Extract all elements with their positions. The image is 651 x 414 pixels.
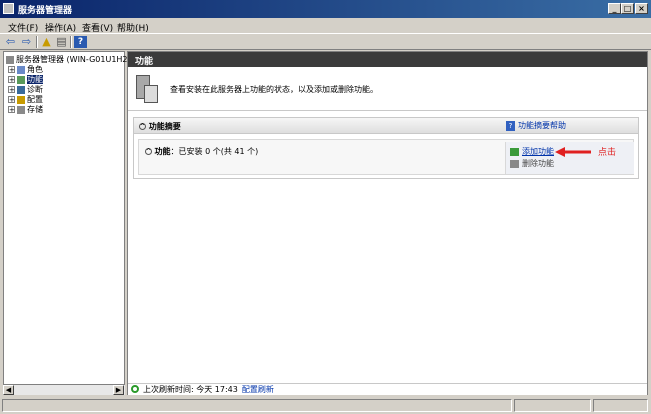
- collapse-icon[interactable]: ^: [145, 148, 152, 155]
- window-title: 服务器管理器: [18, 6, 73, 16]
- toolbar-separator: [70, 36, 72, 48]
- pane-header-title: 功能: [135, 57, 154, 67]
- last-refresh-text: 上次刷新时间: 今天 17:43 配置刷新: [143, 384, 274, 395]
- tree-item-storage[interactable]: + 存储: [8, 105, 43, 115]
- features-icon: [17, 75, 25, 84]
- description-area: 查看安装在此服务器上功能的状态，以及添加或删除功能。: [128, 67, 647, 111]
- help-icon[interactable]: ?: [74, 36, 87, 48]
- add-features-label: 添加功能: [522, 147, 554, 156]
- summary-title[interactable]: ^ 功能摘要: [139, 121, 181, 132]
- status-segment: [2, 399, 512, 412]
- tree-item-diagnostics[interactable]: + 诊断: [8, 85, 43, 95]
- tree-item-label: 存储: [27, 105, 43, 114]
- tree-item-features[interactable]: + 功能: [8, 75, 43, 85]
- add-features-icon: [510, 147, 519, 156]
- status-bar: [0, 397, 651, 414]
- scroll-left-icon[interactable]: ◀: [3, 385, 14, 395]
- menu-bar: 文件(F) 操作(A) 查看(V) 帮助(H): [0, 18, 651, 34]
- configuration-icon: [17, 95, 25, 104]
- summary-header-bar: ^ 功能摘要 ? 功能摘要帮助: [134, 118, 638, 134]
- last-refresh-label: 上次刷新时间: 今天 17:43: [143, 385, 238, 394]
- maximize-button[interactable]: □: [621, 3, 634, 14]
- tree-item-label: 功能: [27, 75, 43, 84]
- help-icon: ?: [506, 120, 515, 131]
- toolbar: ⇦ ⇨ ▲ ▤ ?: [0, 33, 651, 50]
- collapse-icon[interactable]: ^: [139, 123, 146, 130]
- summary-help-label: 功能摘要帮助: [518, 121, 566, 130]
- remove-features-link[interactable]: 删除功能: [510, 158, 554, 169]
- server-features-icon: [136, 75, 158, 103]
- tree-item-roles[interactable]: + 角色: [8, 65, 43, 75]
- scroll-right-icon[interactable]: ▶: [113, 385, 124, 395]
- expand-icon[interactable]: +: [8, 106, 15, 114]
- minimize-button[interactable]: _: [608, 3, 621, 14]
- annotation-click-note: 点击: [598, 148, 617, 158]
- tree-item-configuration[interactable]: + 配置: [8, 95, 43, 105]
- features-count: ：已安装 0 个(共 41 个): [170, 147, 259, 156]
- tree-horizontal-scrollbar[interactable]: ◀ ▶: [3, 384, 125, 395]
- pane-header: 功能: [128, 52, 647, 67]
- up-folder-icon[interactable]: ▲: [40, 36, 53, 48]
- summary-help-link[interactable]: ? 功能摘要帮助: [506, 120, 566, 131]
- diagnostics-icon: [17, 85, 25, 94]
- tree-item-label: 配置: [27, 95, 43, 104]
- roles-icon: [17, 65, 25, 74]
- forward-arrow-icon[interactable]: ⇨: [20, 36, 33, 48]
- remove-features-label: 删除功能: [522, 159, 554, 168]
- navigation-tree[interactable]: 服务器管理器 (WIN-G01U1H2VCD + 角色 + 功能 + 诊断 + 配置 +…: [3, 51, 145, 395]
- close-button[interactable]: ×: [635, 3, 648, 14]
- add-features-link[interactable]: 添加功能: [510, 146, 554, 157]
- configure-refresh-link[interactable]: 配置刷新: [242, 385, 274, 394]
- status-segment: [593, 399, 648, 412]
- toolbar-separator: [36, 36, 38, 48]
- tree-item-label: 诊断: [27, 85, 43, 94]
- title-bar: 服务器管理器 _ □ ×: [0, 0, 651, 18]
- tree-root-label: 服务器管理器 (WIN-G01U1H2VCD: [16, 55, 145, 64]
- refresh-icon[interactable]: [131, 385, 139, 393]
- summary-title-label: 功能摘要: [148, 122, 181, 131]
- storage-icon: [17, 105, 25, 114]
- tree-root[interactable]: 服务器管理器 (WIN-G01U1H2VCD: [6, 55, 145, 65]
- features-label: 功能: [154, 147, 171, 156]
- expand-icon[interactable]: +: [8, 96, 15, 104]
- expand-icon[interactable]: +: [8, 86, 15, 94]
- server-icon: [6, 55, 14, 64]
- status-segment: [514, 399, 591, 412]
- features-status: ^ 功能：已安装 0 个(共 41 个): [145, 146, 258, 157]
- back-arrow-icon[interactable]: ⇦: [4, 36, 17, 48]
- refresh-status-bar: 上次刷新时间: 今天 17:43 配置刷新: [128, 383, 647, 395]
- expand-icon[interactable]: +: [8, 66, 15, 74]
- annotation-arrow-icon: [555, 147, 591, 157]
- description-text: 查看安装在此服务器上功能的状态，以及添加或删除功能。: [170, 85, 378, 94]
- show-hide-tree-icon[interactable]: ▤: [55, 36, 68, 48]
- expand-icon[interactable]: +: [8, 76, 15, 84]
- features-box: ^ 功能：已安装 0 个(共 41 个) 添加功能 删除功能: [138, 139, 634, 175]
- server-manager-app-icon: [3, 3, 14, 14]
- remove-features-icon: [510, 159, 519, 168]
- tree-item-label: 角色: [27, 65, 43, 74]
